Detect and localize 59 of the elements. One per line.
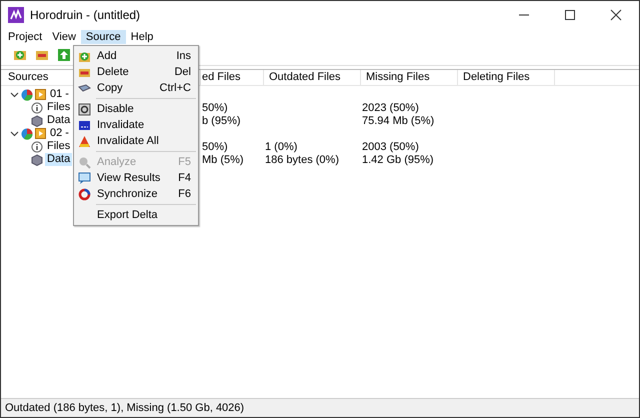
menu-item[interactable]: View Results F4: [74, 170, 198, 186]
cube-icon: [31, 114, 43, 126]
pie-chart-icon: [21, 88, 33, 100]
table-cell: 50%): [202, 102, 228, 114]
warning-icon: [78, 134, 91, 148]
menu-item[interactable]: Project: [3, 30, 48, 44]
table-cell: 50%): [202, 140, 228, 152]
tree-item[interactable]: Files: [45, 140, 72, 153]
disable-icon: [78, 102, 91, 116]
table-cell: 1.42 Gb (95%): [362, 154, 434, 166]
up-arrow-icon[interactable]: [57, 48, 71, 62]
pie-chart-icon: [21, 128, 33, 140]
column-header[interactable]: Outdated Files: [264, 70, 361, 85]
expander-icon[interactable]: [10, 129, 19, 138]
table-cell: Mb (5%): [202, 154, 244, 166]
tree-item[interactable]: 02 -: [48, 127, 71, 140]
tree-item[interactable]: Files: [45, 101, 72, 114]
cube-icon: [31, 154, 43, 166]
table-cell: b (95%): [202, 114, 241, 126]
info-icon: [31, 140, 43, 152]
play-box-icon: [35, 128, 46, 139]
expander-icon[interactable]: [10, 90, 19, 99]
menu-item[interactable]: Source: [80, 30, 126, 44]
menu-item[interactable]: Delete Del: [74, 64, 198, 80]
menu-item[interactable]: Invalidate: [74, 117, 198, 133]
tree-item[interactable]: 01 -: [48, 88, 71, 101]
table-cell: 1 (0%): [265, 140, 298, 152]
column-header[interactable]: Missing Files: [361, 70, 458, 85]
menu-item[interactable]: Copy Ctrl+C: [74, 80, 198, 96]
magnifier-icon: [78, 156, 91, 168]
status-text: Outdated (186 bytes, 1), Missing (1.50 Gb, 4026): [5, 402, 244, 414]
copy-icon: [78, 82, 91, 94]
menu-item[interactable]: Invalidate All: [74, 133, 198, 149]
app-logo-icon: [8, 7, 24, 23]
menu-item[interactable]: View: [47, 30, 81, 44]
table-cell: 186 bytes (0%): [265, 154, 339, 166]
add-icon: [78, 50, 91, 62]
menu-item[interactable]: Help: [126, 30, 158, 44]
column-header[interactable]: ed Files: [201, 70, 264, 85]
add-folder-icon[interactable]: [13, 48, 27, 62]
tree-item[interactable]: Data: [45, 153, 72, 166]
chat-icon: [78, 172, 91, 184]
menu-item[interactable]: Disable: [74, 101, 198, 117]
table-cell: 2003 (50%): [362, 140, 419, 152]
invalidate-icon: [78, 118, 91, 132]
tree-item[interactable]: Data: [45, 114, 72, 127]
remove-folder-icon[interactable]: [35, 48, 49, 62]
window-title: Horodruin - (untitled): [30, 8, 140, 22]
sync-icon: [78, 188, 91, 200]
column-header[interactable]: Deleting Files: [458, 70, 555, 85]
table-cell: 75.94 Mb (5%): [362, 114, 434, 126]
info-icon: [31, 102, 43, 114]
menu-item[interactable]: Add Ins: [74, 48, 198, 64]
menu-item[interactable]: Export Delta: [74, 207, 198, 223]
table-cell: 2023 (50%): [362, 102, 419, 114]
menu-item[interactable]: Synchronize F6: [74, 186, 198, 202]
close-icon[interactable]: [610, 9, 622, 21]
play-box-icon: [35, 89, 46, 100]
maximize-icon[interactable]: [564, 9, 576, 21]
